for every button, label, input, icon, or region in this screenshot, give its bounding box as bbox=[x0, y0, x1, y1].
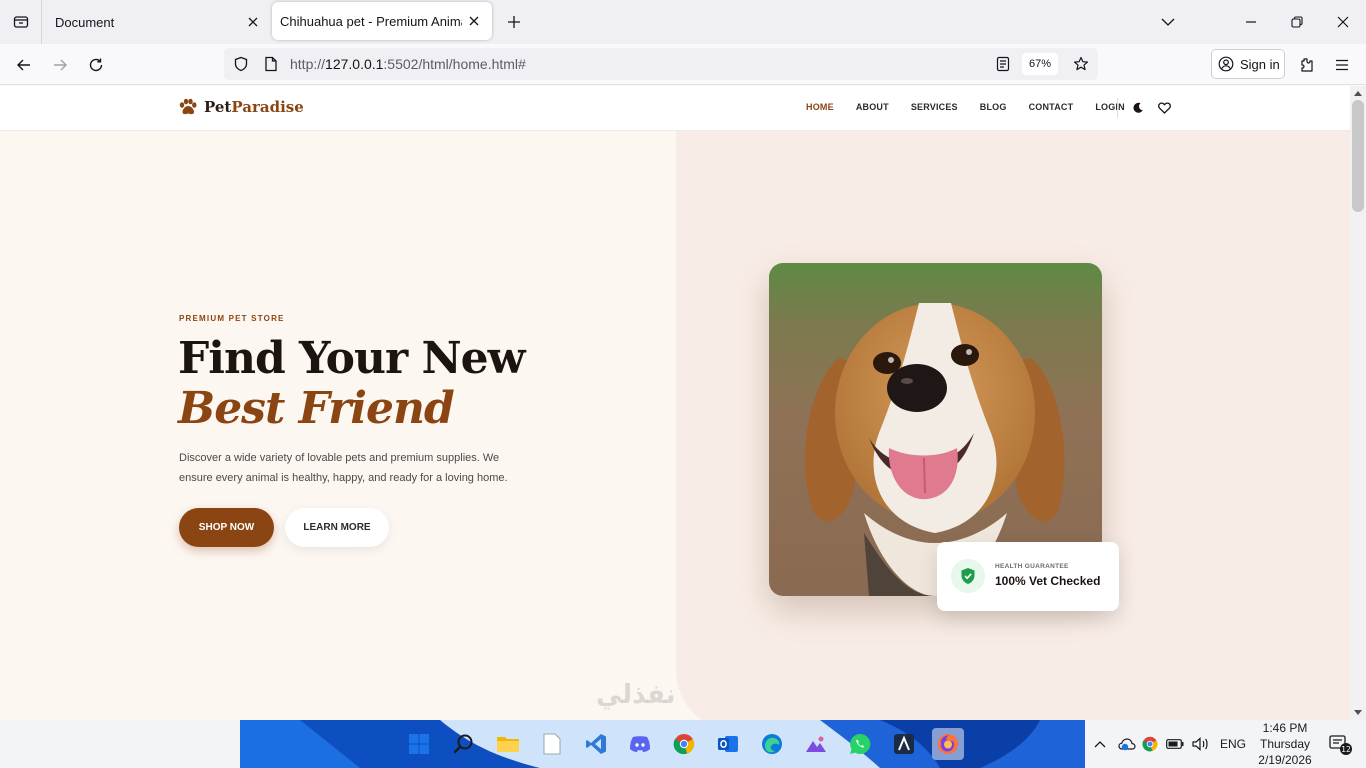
shield-icon[interactable] bbox=[228, 51, 254, 77]
scroll-thumb[interactable] bbox=[1352, 100, 1364, 212]
url-host: 127.0.0.1 bbox=[325, 56, 384, 72]
windows-taskbar: ENG 1:46 PM Thursday 2/19/2026 12 bbox=[0, 720, 1366, 768]
chrome-tray-icon[interactable] bbox=[1142, 736, 1158, 752]
close-icon[interactable] bbox=[462, 9, 486, 33]
nav-link-contact[interactable]: CONTACT bbox=[1029, 102, 1074, 112]
nav-link-about[interactable]: ABOUT bbox=[856, 102, 889, 112]
star-icon[interactable] bbox=[1068, 51, 1094, 77]
search-icon[interactable] bbox=[448, 728, 480, 760]
nav-link-login[interactable]: LOGIN bbox=[1095, 102, 1125, 112]
notepad-icon[interactable] bbox=[536, 728, 568, 760]
browser-tab-bar: Document Chihuahua pet - Premium Animal … bbox=[0, 0, 1366, 44]
onedrive-icon[interactable] bbox=[1118, 737, 1136, 751]
moon-icon[interactable] bbox=[1130, 100, 1146, 116]
language-indicator[interactable]: ENG bbox=[1220, 737, 1246, 751]
sign-in-label: Sign in bbox=[1240, 56, 1280, 72]
hero-title: Find Your New Best Friend bbox=[178, 333, 526, 434]
hero-description: Discover a wide variety of lovable pets … bbox=[179, 452, 508, 484]
battery-icon[interactable] bbox=[1166, 739, 1184, 749]
tab-document[interactable]: Document bbox=[43, 0, 271, 44]
file-explorer-icon[interactable] bbox=[492, 728, 524, 760]
windows-start-icon[interactable] bbox=[403, 728, 435, 760]
site-header: Pet Paradise HOME ABOUT SERVICES BLOG CON… bbox=[0, 86, 1350, 131]
hero-eyebrow: PREMIUM PET STORE bbox=[179, 314, 285, 323]
chevron-up-icon[interactable] bbox=[1094, 740, 1106, 748]
account-icon bbox=[1218, 56, 1234, 72]
scroll-down-icon[interactable] bbox=[1350, 706, 1366, 720]
back-icon[interactable] bbox=[9, 50, 39, 80]
page-icon[interactable] bbox=[258, 51, 284, 77]
paw-icon bbox=[179, 98, 197, 115]
clock-time: 1:46 PM bbox=[1262, 721, 1308, 735]
outlook-icon[interactable] bbox=[712, 728, 744, 760]
page-viewport: Pet Paradise HOME ABOUT SERVICES BLOG CON… bbox=[0, 86, 1350, 720]
app-launcher-icon[interactable] bbox=[888, 728, 920, 760]
edge-icon[interactable] bbox=[756, 728, 788, 760]
extensions-icon[interactable] bbox=[1291, 50, 1321, 80]
clock[interactable]: 1:46 PM Thursday 2/19/2026 bbox=[1248, 720, 1322, 768]
new-tab-icon[interactable] bbox=[502, 10, 526, 34]
nav-link-blog[interactable]: BLOG bbox=[980, 102, 1007, 112]
menu-icon[interactable] bbox=[1327, 50, 1357, 80]
nav-link-services[interactable]: SERVICES bbox=[911, 102, 958, 112]
close-window-icon[interactable] bbox=[1320, 0, 1366, 44]
tab-list-icon[interactable] bbox=[0, 0, 42, 44]
tab-title: Document bbox=[55, 14, 115, 30]
zoom-level[interactable]: 67% bbox=[1021, 53, 1058, 75]
tab-chihuahua-pet[interactable]: Chihuahua pet - Premium Animal St bbox=[272, 2, 492, 40]
clock-day: Thursday bbox=[1259, 737, 1311, 751]
chrome-icon[interactable] bbox=[668, 728, 700, 760]
page-scrollbar[interactable] bbox=[1350, 86, 1366, 720]
whatsapp-icon[interactable] bbox=[844, 728, 876, 760]
hero-title-line1: Find Your New bbox=[178, 333, 526, 384]
discord-icon[interactable] bbox=[624, 728, 656, 760]
url-bar[interactable]: http://127.0.0.1:5502/html/home.html# 67… bbox=[224, 48, 1098, 80]
sign-in-button[interactable]: Sign in bbox=[1211, 49, 1285, 79]
url-scheme: http:// bbox=[290, 56, 326, 72]
notifications-icon[interactable]: 12 bbox=[1326, 730, 1356, 760]
clock-date: 2/19/2026 bbox=[1258, 753, 1312, 767]
site-logo[interactable]: Pet Paradise bbox=[178, 98, 304, 116]
photos-icon[interactable] bbox=[800, 728, 832, 760]
notification-count: 12 bbox=[1341, 745, 1351, 754]
minimize-icon[interactable] bbox=[1228, 0, 1274, 44]
url-text[interactable]: http://127.0.0.1:5502/html/home.html# bbox=[290, 56, 986, 72]
volume-icon[interactable] bbox=[1192, 737, 1210, 751]
logo-text-part2: Paradise bbox=[231, 98, 304, 116]
shop-now-button[interactable]: SHOP NOW bbox=[179, 508, 274, 547]
vscode-icon[interactable] bbox=[580, 728, 612, 760]
scroll-up-icon[interactable] bbox=[1350, 86, 1366, 100]
hero-title-line2: Best Friend bbox=[178, 383, 455, 434]
reader-view-icon[interactable] bbox=[990, 51, 1016, 77]
shield-check-icon bbox=[951, 559, 985, 593]
reload-icon[interactable] bbox=[81, 50, 111, 80]
system-tray: ENG bbox=[1094, 734, 1246, 754]
restore-icon[interactable] bbox=[1274, 0, 1320, 44]
close-icon[interactable] bbox=[241, 10, 265, 34]
browser-toolbar: http://127.0.0.1:5502/html/home.html# 67… bbox=[0, 44, 1366, 85]
forward-icon[interactable] bbox=[45, 50, 75, 80]
header-divider bbox=[1117, 98, 1118, 118]
url-path: :5502/html/home.html# bbox=[383, 56, 526, 72]
logo-text-part1: Pet bbox=[204, 98, 232, 116]
learn-more-button[interactable]: LEARN MORE bbox=[285, 508, 389, 547]
badge-title: 100% Vet Checked bbox=[995, 574, 1101, 588]
chevron-down-icon[interactable] bbox=[1145, 0, 1191, 44]
tab-title: Chihuahua pet - Premium Animal St bbox=[280, 13, 462, 29]
nav-link-home[interactable]: HOME bbox=[806, 102, 834, 112]
badge-subtitle: HEALTH GUARANTEE bbox=[995, 563, 1069, 570]
heart-icon[interactable] bbox=[1156, 100, 1172, 116]
firefox-icon[interactable] bbox=[932, 728, 964, 760]
watermark-text: نفذلي bbox=[596, 680, 676, 710]
main-nav: HOME ABOUT SERVICES BLOG CONTACT LOGIN bbox=[806, 102, 1147, 112]
health-guarantee-badge: HEALTH GUARANTEE 100% Vet Checked bbox=[937, 542, 1119, 611]
